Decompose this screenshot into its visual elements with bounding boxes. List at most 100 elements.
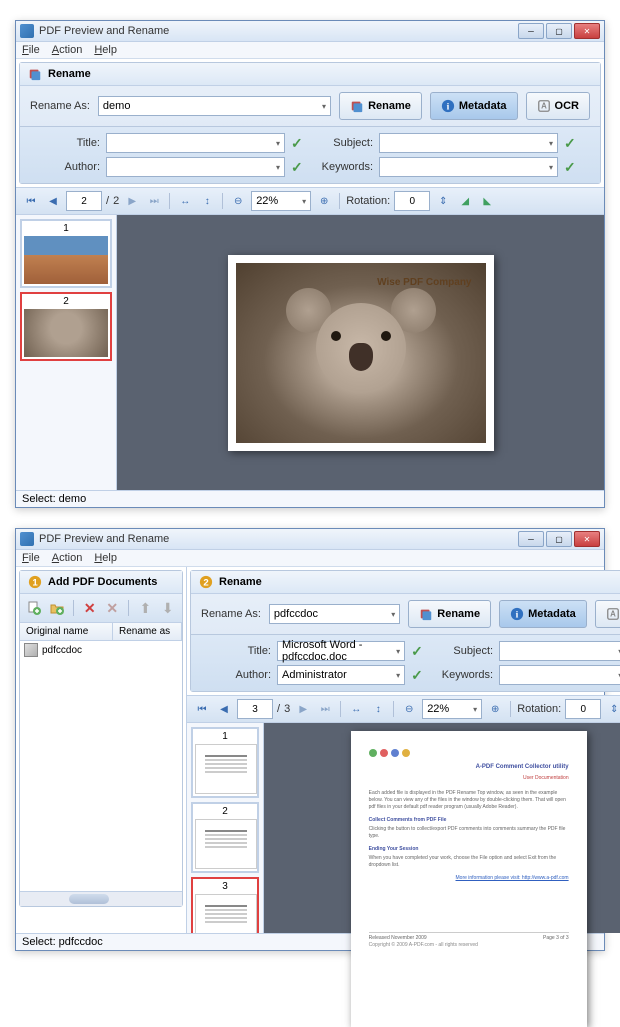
maximize-button[interactable]: ▢ bbox=[546, 23, 572, 39]
window-title: PDF Preview and Rename bbox=[39, 533, 518, 545]
move-up-button[interactable]: ⬆ bbox=[137, 598, 153, 618]
subject-input[interactable] bbox=[379, 133, 558, 153]
author-input[interactable] bbox=[106, 157, 285, 177]
title-input[interactable]: Microsoft Word - pdfccdoc.doc bbox=[277, 641, 405, 661]
menu-file[interactable]: File bbox=[22, 44, 40, 56]
rename-button[interactable]: Rename bbox=[339, 92, 422, 120]
minimize-button[interactable]: ─ bbox=[518, 23, 544, 39]
zoom-out-button[interactable]: ⊖ bbox=[229, 192, 247, 210]
prev-page-button[interactable]: ◀ bbox=[44, 192, 62, 210]
move-down-button[interactable]: ⬇ bbox=[160, 598, 176, 618]
last-page-button[interactable]: ⏭ bbox=[316, 700, 334, 718]
ocr-icon: A bbox=[606, 607, 620, 621]
keywords-input[interactable] bbox=[499, 665, 620, 685]
remove-button[interactable]: ✕ bbox=[82, 598, 98, 618]
doc-subtitle: User Documentation bbox=[369, 775, 569, 782]
rotation-label: Rotation: bbox=[346, 195, 390, 207]
rename-action-icon bbox=[419, 607, 433, 621]
ocr-button[interactable]: A OCR bbox=[595, 600, 620, 628]
scrollbar-thumb[interactable] bbox=[69, 894, 109, 904]
close-button[interactable]: ✕ bbox=[574, 531, 600, 547]
rename-icon bbox=[28, 67, 42, 81]
viewer-area: 1 2 Wise PDF Company bbox=[16, 215, 604, 490]
ocr-button[interactable]: A OCR bbox=[526, 92, 590, 120]
thumbnail-3[interactable]: 3 bbox=[191, 877, 259, 933]
right-pane: 2 Rename Rename As: pdfccdoc Rename i Me… bbox=[187, 567, 620, 933]
col-renameas[interactable]: Rename as bbox=[113, 623, 182, 640]
last-page-button[interactable]: ⏭ bbox=[145, 192, 163, 210]
author-input[interactable]: Administrator bbox=[277, 665, 405, 685]
rename-as-input[interactable]: pdfccdoc bbox=[269, 604, 400, 624]
thumbnail-2[interactable]: 2 bbox=[20, 292, 112, 361]
menu-help[interactable]: Help bbox=[94, 44, 117, 56]
thumbnail-1[interactable]: 1 bbox=[191, 727, 259, 798]
menu-action[interactable]: Action bbox=[52, 552, 83, 564]
fit-height-button[interactable]: ↕ bbox=[198, 192, 216, 210]
rotation-label: Rotation: bbox=[517, 703, 561, 715]
rotate-right-button[interactable]: ◣ bbox=[478, 192, 496, 210]
titlebar[interactable]: PDF Preview and Rename ─ ▢ ✕ bbox=[16, 21, 604, 42]
next-page-button[interactable]: ▶ bbox=[294, 700, 312, 718]
titlebar[interactable]: PDF Preview and Rename ─ ▢ ✕ bbox=[16, 529, 604, 550]
add-file-button[interactable] bbox=[26, 598, 42, 618]
fit-height-button[interactable]: ↕ bbox=[369, 700, 387, 718]
rename-button[interactable]: Rename bbox=[408, 600, 491, 628]
first-page-button[interactable]: ⏮ bbox=[193, 700, 211, 718]
rename-as-input[interactable]: demo bbox=[98, 96, 331, 116]
keywords-input[interactable] bbox=[379, 157, 558, 177]
thumbnail-1[interactable]: 1 bbox=[20, 219, 112, 288]
svg-text:2: 2 bbox=[203, 578, 208, 589]
zoom-in-button[interactable]: ⊕ bbox=[315, 192, 333, 210]
first-page-button[interactable]: ⏮ bbox=[22, 192, 40, 210]
doc-link: More information please visit: http://ww… bbox=[369, 875, 569, 882]
rotate-updown-button[interactable]: ⇕ bbox=[434, 192, 452, 210]
rotation-input[interactable] bbox=[394, 191, 430, 211]
page-input[interactable] bbox=[66, 191, 102, 211]
minimize-button[interactable]: ─ bbox=[518, 531, 544, 547]
zoom-in-button[interactable]: ⊕ bbox=[486, 700, 504, 718]
fit-width-button[interactable]: ↔ bbox=[176, 192, 194, 210]
page-input[interactable] bbox=[237, 699, 273, 719]
keywords-label: Keywords: bbox=[433, 669, 493, 681]
svg-text:A: A bbox=[541, 102, 547, 111]
doc-title: A-PDF Comment Collector utility bbox=[369, 763, 569, 771]
next-page-button[interactable]: ▶ bbox=[123, 192, 141, 210]
remove-all-button[interactable]: ✕ bbox=[104, 598, 120, 618]
preview-canvas[interactable]: A-PDF Comment Collector utility User Doc… bbox=[264, 723, 620, 933]
rename-panel: 2 Rename Rename As: pdfccdoc Rename i Me… bbox=[190, 570, 620, 692]
rotation-input[interactable] bbox=[565, 699, 601, 719]
subject-input[interactable] bbox=[499, 641, 620, 661]
close-button[interactable]: ✕ bbox=[574, 23, 600, 39]
info-icon: i bbox=[510, 607, 524, 621]
menu-file[interactable]: File bbox=[22, 552, 40, 564]
zoom-out-button[interactable]: ⊖ bbox=[400, 700, 418, 718]
doc-toolbar: ✕ ✕ ⬆ ⬇ bbox=[20, 594, 182, 623]
horizontal-scrollbar[interactable] bbox=[20, 891, 182, 906]
rotate-updown-button[interactable]: ⇕ bbox=[605, 700, 620, 718]
doc-list[interactable]: pdfccdoc bbox=[20, 641, 182, 891]
add-docs-panel: 1 Add PDF Documents ✕ ✕ ⬆ ⬇ Original nam… bbox=[19, 570, 183, 907]
doc-file-icon bbox=[24, 643, 38, 657]
prev-page-button[interactable]: ◀ bbox=[215, 700, 233, 718]
thumbnail-2[interactable]: 2 bbox=[191, 802, 259, 873]
rotate-left-button[interactable]: ◢ bbox=[456, 192, 474, 210]
title-input[interactable] bbox=[106, 133, 285, 153]
maximize-button[interactable]: ▢ bbox=[546, 531, 572, 547]
add-folder-button[interactable] bbox=[48, 598, 64, 618]
check-icon: ✓ bbox=[564, 159, 580, 176]
zoom-combo[interactable]: 22% bbox=[422, 699, 482, 719]
title-label: Title: bbox=[211, 645, 271, 657]
check-icon: ✓ bbox=[411, 667, 427, 684]
metadata-button[interactable]: i Metadata bbox=[499, 600, 587, 628]
panel-title: Add PDF Documents bbox=[48, 576, 157, 588]
zoom-combo[interactable]: 22% bbox=[251, 191, 311, 211]
check-icon: ✓ bbox=[291, 159, 307, 176]
metadata-button[interactable]: i Metadata bbox=[430, 92, 518, 120]
fit-width-button[interactable]: ↔ bbox=[347, 700, 365, 718]
doc-row[interactable]: pdfccdoc bbox=[20, 641, 182, 659]
doc-paragraph: Each added file is displayed in the PDF … bbox=[369, 790, 569, 811]
preview-canvas[interactable]: Wise PDF Company bbox=[117, 215, 604, 490]
col-original[interactable]: Original name bbox=[20, 623, 113, 640]
menu-action[interactable]: Action bbox=[52, 44, 83, 56]
menu-help[interactable]: Help bbox=[94, 552, 117, 564]
